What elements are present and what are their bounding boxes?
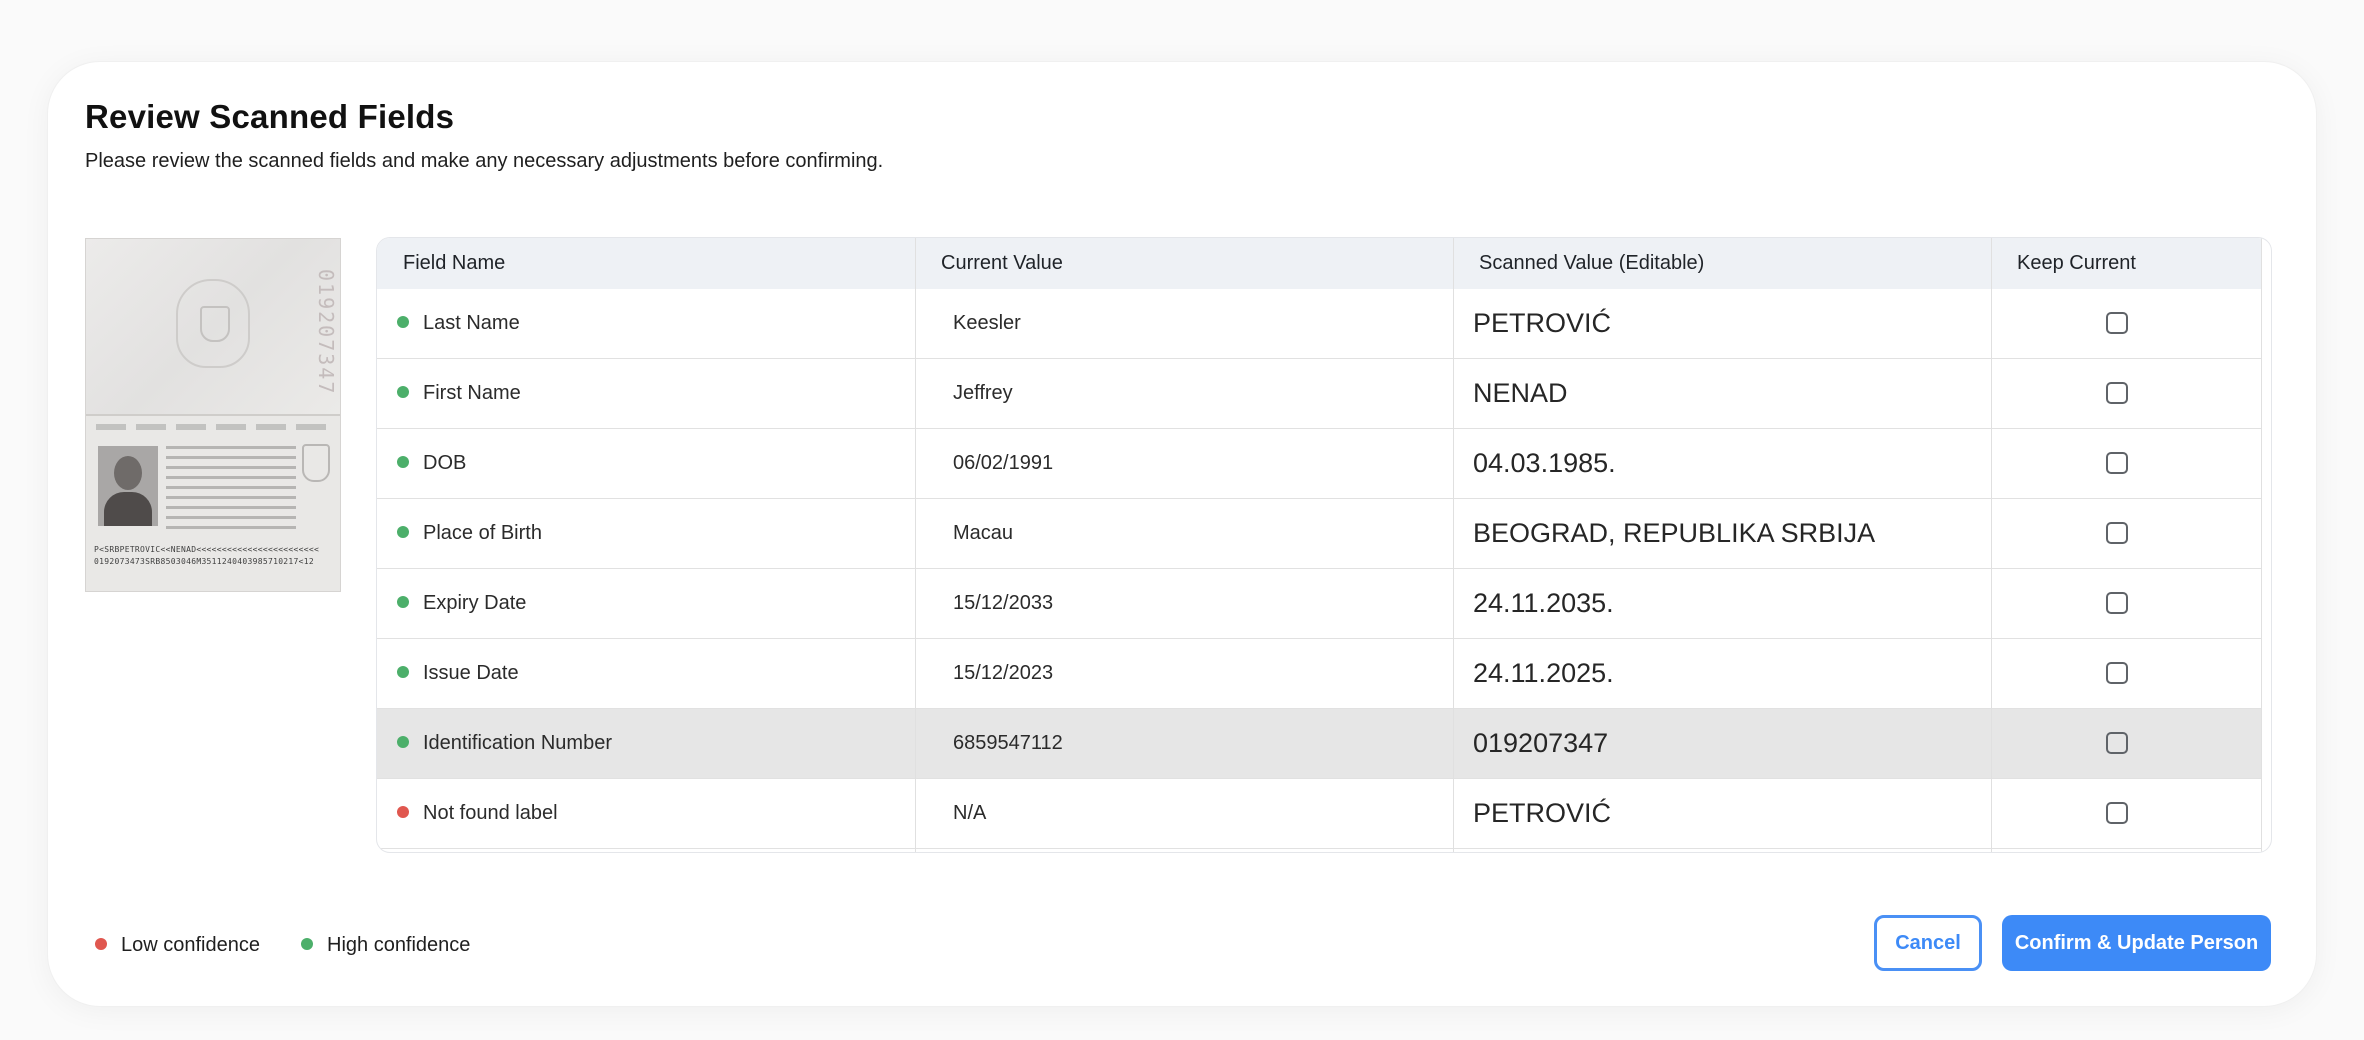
high-confidence-dot-icon xyxy=(397,665,409,678)
current-value-cell: Macau xyxy=(953,522,1014,544)
scanned-value-input[interactable]: PETROVIĆ xyxy=(1453,779,1991,848)
keep-current-cell xyxy=(1991,289,2261,358)
passport-data-page: P<SRBPETROVIC<<NENAD<<<<<<<<<<<<<<<<<<<<… xyxy=(86,416,340,591)
field-name-label: Issue Date xyxy=(423,662,519,684)
legend-low-confidence: Low confidence xyxy=(95,930,260,960)
field-name-cell: Issue Date xyxy=(377,639,915,708)
header-current-value: Current Value xyxy=(941,252,1063,274)
review-dialog: Review Scanned Fields Please review the … xyxy=(48,62,2316,1006)
keep-current-cell xyxy=(1991,709,2261,778)
table-row: Not found label N/A PETROVIĆ xyxy=(377,779,2261,849)
table-row: Identification Number 6859547112 019207347 xyxy=(377,709,2261,779)
scanned-value-input[interactable]: BEOGRAD, REPUBLIKA SRBIJA xyxy=(1453,499,1991,568)
coat-of-arms-watermark xyxy=(176,279,250,368)
high-confidence-dot-icon xyxy=(397,455,409,468)
keep-current-checkbox[interactable] xyxy=(2106,452,2128,474)
legend-high-confidence: High confidence xyxy=(301,930,470,960)
field-name-label: Place of Birth xyxy=(423,522,542,544)
table-row: Issue Date 15/12/2023 24.11.2025. xyxy=(377,639,2261,709)
keep-current-cell xyxy=(1991,569,2261,638)
high-confidence-dot-icon xyxy=(397,735,409,748)
header-keep-current: Keep Current xyxy=(2017,252,2136,274)
current-value-cell: Keesler xyxy=(953,312,1021,334)
passport-scan-image: 019207347 P<SRBPETROVIC<<NENAD<<<<<<<<<<… xyxy=(85,238,341,592)
keep-current-cell xyxy=(1991,359,2261,428)
field-name-label: Identification Number xyxy=(423,732,612,754)
table-row: First Name Jeffrey NENAD xyxy=(377,359,2261,429)
field-name-label: DOB xyxy=(423,452,467,474)
passport-photo xyxy=(98,446,158,526)
keep-current-cell xyxy=(1991,779,2261,848)
header-scanned-value: Scanned Value (Editable) xyxy=(1479,252,1705,274)
high-confidence-dot-icon xyxy=(397,595,409,608)
header-field-name: Field Name xyxy=(403,252,506,274)
passport-cover-page: 019207347 xyxy=(86,239,340,414)
passport-data-lines xyxy=(166,446,296,531)
cancel-button[interactable]: Cancel xyxy=(1874,915,1982,971)
table-row: Expiry Date 15/12/2033 24.11.2035. xyxy=(377,569,2261,639)
field-name-cell: Last Name xyxy=(377,289,915,358)
keep-current-cell xyxy=(1991,639,2261,708)
keep-current-checkbox[interactable] xyxy=(2106,312,2128,334)
passport-emblem xyxy=(302,444,330,482)
high-confidence-dot-icon xyxy=(397,525,409,538)
dialog-title: Review Scanned Fields xyxy=(85,98,455,135)
legend-high-label: High confidence xyxy=(327,934,471,956)
dialog-subtitle: Please review the scanned fields and mak… xyxy=(85,150,884,172)
scanned-value-input[interactable]: 019207347 xyxy=(1453,709,1991,778)
field-name-cell: DOB xyxy=(377,429,915,498)
passport-perforated-number: 019207347 xyxy=(314,269,338,396)
table-row: Last Name Keesler PETROVIĆ xyxy=(377,289,2261,359)
current-value-cell: N/A xyxy=(953,802,987,824)
keep-current-checkbox[interactable] xyxy=(2106,662,2128,684)
field-name-label: Expiry Date xyxy=(423,592,527,614)
table-header: Field Name Current Value Scanned Value (… xyxy=(377,238,2261,289)
scanned-value-input[interactable]: PETROVIĆ xyxy=(1453,289,1991,358)
fields-table: Field Name Current Value Scanned Value (… xyxy=(376,237,2272,853)
scanned-value-input[interactable]: 24.11.2035. xyxy=(1453,569,1991,638)
current-value-cell: 15/12/2023 xyxy=(953,662,1054,684)
keep-current-checkbox[interactable] xyxy=(2106,732,2128,754)
keep-current-cell xyxy=(1991,499,2261,568)
current-value-cell: 6859547112 xyxy=(953,732,1063,754)
scanned-value-input[interactable]: 04.03.1985. xyxy=(1453,429,1991,498)
keep-current-checkbox[interactable] xyxy=(2106,522,2128,544)
scanned-value-input[interactable]: 24.11.2025. xyxy=(1453,639,1991,708)
table-row: Place of Birth Macau BEOGRAD, REPUBLIKA SR… xyxy=(377,499,2261,569)
field-name-cell: Identification Number xyxy=(377,709,915,778)
low-confidence-dot-icon xyxy=(397,805,409,818)
confirm-update-person-button[interactable]: Confirm & Update Person xyxy=(2002,915,2271,971)
current-value-cell: Jeffrey xyxy=(953,382,1013,404)
field-name-cell: Not found label xyxy=(377,779,915,848)
legend-low-label: Low confidence xyxy=(121,934,260,956)
current-value-cell: 15/12/2033 xyxy=(953,592,1054,614)
field-name-label: First Name xyxy=(423,382,521,404)
high-confidence-dot-icon xyxy=(397,315,409,328)
field-name-cell: First Name xyxy=(377,359,915,428)
field-name-label: Not found label xyxy=(423,802,558,824)
high-confidence-dot-icon xyxy=(301,937,313,950)
field-name-label: Last Name xyxy=(423,312,520,334)
keep-current-checkbox[interactable] xyxy=(2106,802,2128,824)
field-name-cell: Expiry Date xyxy=(377,569,915,638)
passport-mrz: P<SRBPETROVIC<<NENAD<<<<<<<<<<<<<<<<<<<<… xyxy=(94,545,320,566)
low-confidence-dot-icon xyxy=(95,937,107,950)
keep-current-checkbox[interactable] xyxy=(2106,382,2128,404)
table-row: DOB 06/02/1991 04.03.1985. xyxy=(377,429,2261,499)
scanned-value-input[interactable]: NENAD xyxy=(1453,359,1991,428)
keep-current-cell xyxy=(1991,429,2261,498)
field-name-cell: Place of Birth xyxy=(377,499,915,568)
current-value-cell: 06/02/1991 xyxy=(953,452,1054,474)
high-confidence-dot-icon xyxy=(397,385,409,398)
keep-current-checkbox[interactable] xyxy=(2106,592,2128,614)
